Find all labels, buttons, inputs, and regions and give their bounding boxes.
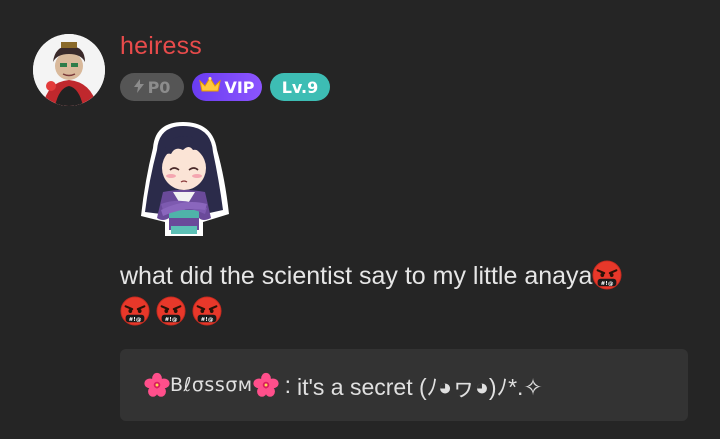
enraged-face-icon — [192, 296, 222, 326]
level-badge-label: Lv.9 — [281, 77, 319, 97]
avatar-image — [33, 34, 105, 106]
avatar[interactable] — [33, 34, 105, 106]
reply-author: Bℓσѕѕσм — [170, 374, 253, 396]
message-body: what did the scientist say to my little … — [120, 262, 593, 290]
anime-girl-sticker[interactable] — [133, 118, 235, 240]
message-text: what did the scientist say to my little … — [120, 258, 700, 330]
chat-message: heiress P0 VIP Lv.9 what did the scienti… — [0, 0, 720, 439]
vip-badge: VIP — [192, 73, 262, 101]
enraged-face-icon — [156, 296, 186, 326]
crown-icon — [199, 77, 222, 97]
reply-quote[interactable]: Bℓσѕѕσм : it's a secret (ﾉ◕ヮ◕)ﾉ*.✧ — [120, 349, 688, 421]
username[interactable]: heiress — [120, 32, 202, 61]
power-badge-label: P0 — [147, 77, 171, 97]
reply-separator: : — [284, 371, 291, 398]
enraged-face-icon — [592, 260, 622, 290]
level-badge: Lv.9 — [270, 73, 330, 101]
lightning-icon — [133, 78, 144, 97]
hibiscus-icon — [144, 372, 170, 398]
reply-text: it's a secret (ﾉ◕ヮ◕)ﾉ*.✧ — [297, 374, 543, 400]
power-badge: P0 — [120, 73, 184, 101]
badges: P0 VIP Lv.9 — [120, 73, 330, 101]
hibiscus-icon — [253, 372, 279, 398]
vip-badge-label: VIP — [224, 77, 255, 97]
enraged-face-icon — [120, 296, 150, 326]
